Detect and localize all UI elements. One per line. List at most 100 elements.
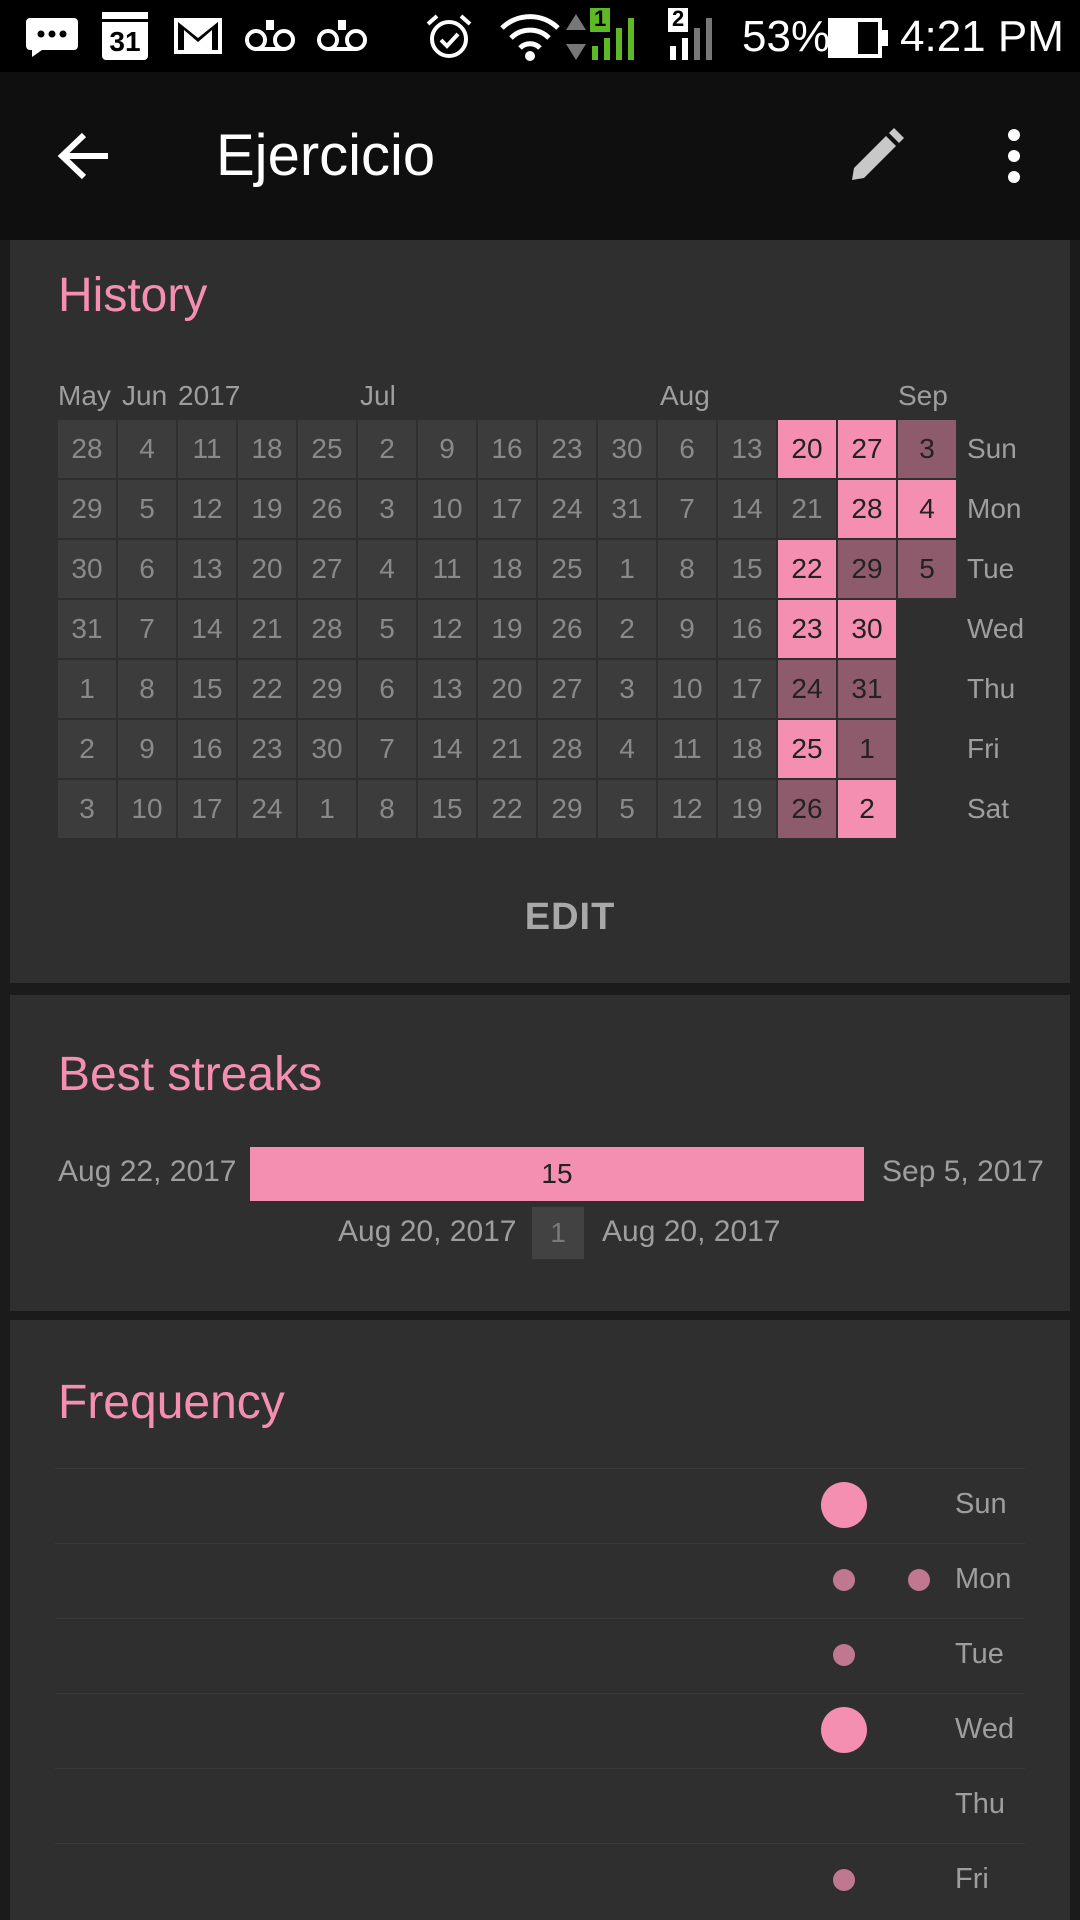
history-day-cell[interactable]: 30 bbox=[598, 420, 656, 478]
history-day-cell[interactable]: 9 bbox=[118, 720, 176, 778]
history-day-cell[interactable]: 29 bbox=[58, 480, 116, 538]
history-day-cell[interactable]: 21 bbox=[778, 480, 836, 538]
history-day-cell[interactable]: 19 bbox=[718, 780, 776, 838]
history-day-cell[interactable]: 12 bbox=[658, 780, 716, 838]
history-day-cell[interactable]: 16 bbox=[178, 720, 236, 778]
history-day-cell[interactable]: 26 bbox=[298, 480, 356, 538]
history-day-cell[interactable]: 27 bbox=[298, 540, 356, 598]
history-day-cell[interactable]: 15 bbox=[178, 660, 236, 718]
history-day-cell[interactable]: 3 bbox=[598, 660, 656, 718]
history-day-cell[interactable]: 24 bbox=[238, 780, 296, 838]
edit-habit-button[interactable] bbox=[832, 112, 920, 200]
history-day-cell[interactable]: 25 bbox=[778, 720, 836, 778]
history-day-cell[interactable]: 8 bbox=[658, 540, 716, 598]
history-day-cell[interactable]: 28 bbox=[538, 720, 596, 778]
history-day-cell[interactable]: 10 bbox=[418, 480, 476, 538]
history-day-cell[interactable]: 1 bbox=[58, 660, 116, 718]
history-day-cell[interactable]: 22 bbox=[478, 780, 536, 838]
history-day-cell[interactable]: 29 bbox=[838, 540, 896, 598]
history-day-cell[interactable]: 28 bbox=[298, 600, 356, 658]
history-day-cell[interactable]: 2 bbox=[598, 600, 656, 658]
history-day-cell[interactable]: 14 bbox=[418, 720, 476, 778]
history-day-cell[interactable]: 22 bbox=[778, 540, 836, 598]
history-day-cell[interactable]: 4 bbox=[898, 480, 956, 538]
history-day-cell[interactable]: 27 bbox=[538, 660, 596, 718]
history-day-cell[interactable]: 16 bbox=[718, 600, 776, 658]
history-day-cell[interactable]: 9 bbox=[658, 600, 716, 658]
history-day-cell[interactable]: 3 bbox=[358, 480, 416, 538]
history-day-cell[interactable]: 8 bbox=[358, 780, 416, 838]
history-day-cell[interactable]: 26 bbox=[778, 780, 836, 838]
history-day-cell[interactable]: 28 bbox=[58, 420, 116, 478]
history-day-cell[interactable]: 30 bbox=[58, 540, 116, 598]
history-day-cell[interactable]: 31 bbox=[58, 600, 116, 658]
history-day-cell[interactable]: 20 bbox=[778, 420, 836, 478]
history-day-cell[interactable]: 11 bbox=[178, 420, 236, 478]
history-day-cell[interactable]: 15 bbox=[418, 780, 476, 838]
history-day-cell[interactable]: 17 bbox=[178, 780, 236, 838]
history-day-cell[interactable]: 3 bbox=[58, 780, 116, 838]
history-day-cell[interactable]: 4 bbox=[358, 540, 416, 598]
history-day-cell[interactable]: 18 bbox=[478, 540, 536, 598]
history-day-cell[interactable]: 23 bbox=[238, 720, 296, 778]
history-day-cell[interactable]: 4 bbox=[598, 720, 656, 778]
history-day-cell[interactable]: 19 bbox=[238, 480, 296, 538]
history-day-cell[interactable]: 20 bbox=[238, 540, 296, 598]
history-day-cell[interactable]: 12 bbox=[418, 600, 476, 658]
history-day-cell[interactable]: 10 bbox=[118, 780, 176, 838]
history-day-cell[interactable]: 13 bbox=[178, 540, 236, 598]
history-day-cell[interactable]: 21 bbox=[238, 600, 296, 658]
history-day-cell[interactable]: 7 bbox=[118, 600, 176, 658]
history-day-cell[interactable]: 26 bbox=[538, 600, 596, 658]
history-day-cell[interactable]: 23 bbox=[778, 600, 836, 658]
history-day-cell[interactable]: 28 bbox=[838, 480, 896, 538]
history-day-cell[interactable]: 8 bbox=[118, 660, 176, 718]
history-day-cell[interactable]: 18 bbox=[238, 420, 296, 478]
history-day-cell[interactable]: 24 bbox=[538, 480, 596, 538]
history-day-cell[interactable]: 1 bbox=[298, 780, 356, 838]
history-day-cell[interactable]: 5 bbox=[598, 780, 656, 838]
history-day-cell[interactable]: 6 bbox=[658, 420, 716, 478]
history-day-cell[interactable]: 2 bbox=[358, 420, 416, 478]
history-day-cell[interactable]: 24 bbox=[778, 660, 836, 718]
history-day-cell[interactable]: 5 bbox=[358, 600, 416, 658]
history-day-cell[interactable]: 5 bbox=[118, 480, 176, 538]
history-day-cell[interactable]: 1 bbox=[598, 540, 656, 598]
history-day-cell[interactable]: 11 bbox=[418, 540, 476, 598]
history-day-cell[interactable]: 18 bbox=[718, 720, 776, 778]
history-day-cell[interactable]: 22 bbox=[238, 660, 296, 718]
history-day-cell[interactable]: 1 bbox=[838, 720, 896, 778]
more-options-button[interactable] bbox=[970, 112, 1058, 200]
history-day-cell[interactable]: 21 bbox=[478, 720, 536, 778]
history-day-cell[interactable]: 2 bbox=[58, 720, 116, 778]
history-day-cell[interactable]: 29 bbox=[298, 660, 356, 718]
history-day-cell[interactable]: 7 bbox=[658, 480, 716, 538]
history-day-cell[interactable]: 13 bbox=[418, 660, 476, 718]
history-day-cell[interactable]: 9 bbox=[418, 420, 476, 478]
history-day-cell[interactable]: 12 bbox=[178, 480, 236, 538]
history-day-cell[interactable]: 30 bbox=[298, 720, 356, 778]
history-day-cell[interactable]: 25 bbox=[538, 540, 596, 598]
history-day-cell[interactable]: 19 bbox=[478, 600, 536, 658]
history-day-cell[interactable]: 31 bbox=[838, 660, 896, 718]
history-day-cell[interactable]: 23 bbox=[538, 420, 596, 478]
history-day-cell[interactable]: 7 bbox=[358, 720, 416, 778]
history-day-cell[interactable]: 5 bbox=[898, 540, 956, 598]
history-day-cell[interactable]: 6 bbox=[358, 660, 416, 718]
history-day-cell[interactable]: 3 bbox=[898, 420, 956, 478]
history-day-cell[interactable]: 31 bbox=[598, 480, 656, 538]
history-edit-button[interactable]: EDIT bbox=[460, 882, 680, 952]
history-day-cell[interactable]: 17 bbox=[718, 660, 776, 718]
history-day-cell[interactable]: 10 bbox=[658, 660, 716, 718]
history-day-cell[interactable]: 14 bbox=[718, 480, 776, 538]
history-day-cell[interactable]: 27 bbox=[838, 420, 896, 478]
history-day-cell[interactable]: 20 bbox=[478, 660, 536, 718]
history-day-cell[interactable]: 13 bbox=[718, 420, 776, 478]
history-day-cell[interactable]: 29 bbox=[538, 780, 596, 838]
history-day-cell[interactable]: 14 bbox=[178, 600, 236, 658]
history-day-cell[interactable]: 30 bbox=[838, 600, 896, 658]
history-day-cell[interactable]: 17 bbox=[478, 480, 536, 538]
history-day-cell[interactable]: 11 bbox=[658, 720, 716, 778]
history-day-cell[interactable]: 2 bbox=[838, 780, 896, 838]
history-day-cell[interactable]: 25 bbox=[298, 420, 356, 478]
